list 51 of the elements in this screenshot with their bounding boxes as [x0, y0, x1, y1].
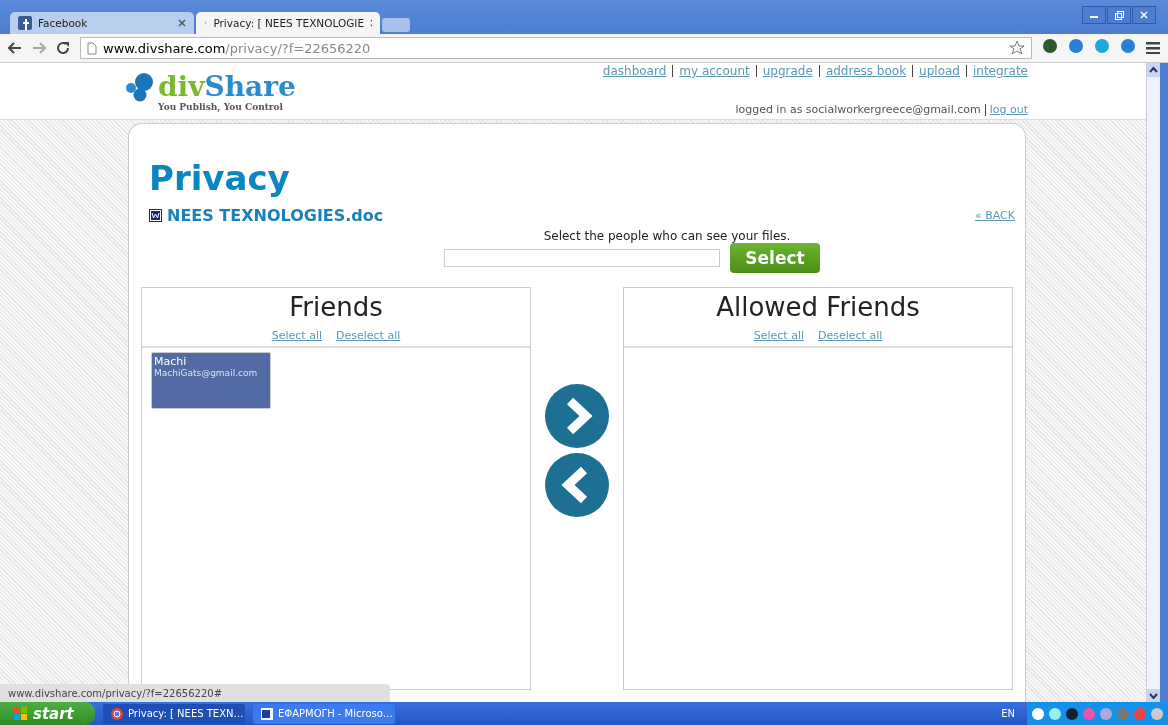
restore-icon — [1114, 10, 1124, 20]
nav-link[interactable]: address book — [825, 64, 907, 78]
deselect-all-link[interactable]: Deselect all — [818, 329, 883, 342]
close-icon — [1140, 11, 1148, 19]
panel-title: Friends — [289, 292, 383, 322]
restore-button[interactable] — [1107, 6, 1131, 24]
reload-icon[interactable] — [56, 41, 70, 55]
close-button[interactable] — [1132, 6, 1156, 24]
nav-link[interactable]: dashboard — [602, 64, 667, 78]
left-chevron-button[interactable] — [544, 451, 610, 518]
f-logo-icon — [18, 16, 32, 30]
minimize-button[interactable] — [1082, 6, 1106, 24]
right-chevron-button[interactable] — [544, 382, 610, 449]
scroll-up-icon[interactable] — [1147, 63, 1160, 77]
nav-link[interactable]: upload — [919, 64, 960, 78]
browser-tab[interactable]: Facebook — [10, 12, 194, 34]
deselect-all-link[interactable]: Deselect all — [336, 329, 401, 342]
browser-logo-icon — [111, 707, 123, 720]
file-name: NEES TEXNOLOGIES.doc — [167, 206, 384, 225]
star-icon[interactable] — [1009, 40, 1025, 56]
login-status: logged in as socialworkergreece@gmail.com — [735, 103, 981, 116]
bubbles-logo-icon — [126, 72, 156, 102]
scroll-down-icon[interactable] — [1147, 689, 1160, 703]
start-button[interactable]: start — [0, 702, 95, 725]
select-all-link[interactable]: Select all — [271, 329, 322, 342]
browser-tab[interactable]: Privacy: [ NEES TEXNOLOGIE — [196, 12, 380, 34]
nav-link[interactable]: upgrade — [762, 64, 813, 78]
language-indicator[interactable]: EN — [1001, 708, 1015, 719]
taskbar-button[interactable]: Privacy: [ NEES TEXN… — [103, 703, 245, 724]
select-all-link[interactable]: Select all — [753, 329, 804, 342]
logout-link[interactable]: log out — [989, 103, 1028, 116]
panel-title: Allowed Friends — [716, 292, 920, 322]
nav-link[interactable]: integrate — [972, 64, 1028, 78]
status-bar: www.divshare.com/privacy/?f=22656220# — [0, 684, 390, 702]
page-title: Privacy — [149, 158, 291, 198]
site-logo[interactable]: divShare — [158, 74, 296, 100]
page-icon — [87, 41, 97, 55]
back-arrow-icon[interactable] — [8, 42, 22, 54]
nav-link[interactable]: my account — [679, 64, 750, 78]
windows-logo-icon — [14, 706, 28, 721]
people-input-field[interactable] — [444, 249, 720, 267]
menu-icon[interactable] — [1146, 42, 1160, 54]
taskbar-button[interactable]: ΕΦΑΡΜΟΓΗ - Microso… — [253, 703, 395, 724]
word-document-icon — [261, 707, 273, 720]
friend-item[interactable]: Machi MachiGats@gmail.com — [151, 352, 271, 409]
logo-tagline: You Publish, You Control — [158, 102, 284, 112]
address-bar[interactable]: www.divshare.com/privacy/?f=22656220 — [80, 37, 1032, 59]
word-document-icon — [149, 209, 162, 222]
instruction-text: Select the people who can see your files. — [542, 229, 792, 243]
select-button[interactable]: Select — [730, 243, 820, 273]
back-link[interactable]: « BACK — [975, 209, 1015, 222]
